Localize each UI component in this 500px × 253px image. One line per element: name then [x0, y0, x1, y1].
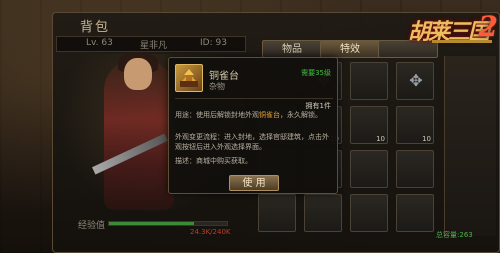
side-panel: [444, 56, 496, 236]
logo-number: 2: [478, 10, 498, 43]
description-text: 描述：商城中购买获取。: [175, 157, 252, 165]
inventory-slot[interactable]: 10: [396, 106, 434, 144]
item-tooltip: 铜雀台 杂物 需要35级 拥有1件 用途：使用后解锁封地外观铜雀台，永久解锁。 …: [168, 57, 338, 194]
exp-label: 经验值: [78, 221, 106, 231]
bronze-tower-icon: [175, 64, 203, 92]
player-name: 星非凡: [140, 41, 168, 51]
item-type: 杂物: [209, 82, 225, 91]
inventory-slot[interactable]: [258, 194, 296, 232]
inventory-slot[interactable]: ✥: [396, 62, 434, 100]
inventory-slot[interactable]: [350, 62, 388, 100]
level-requirement: 需要35级: [301, 69, 331, 77]
player-level: Lv. 63: [86, 38, 113, 48]
exp-bar-fill: [109, 222, 194, 225]
item-name: 铜雀台: [209, 71, 239, 82]
inventory-slot[interactable]: [350, 150, 388, 188]
panel-title: 背包: [80, 20, 111, 35]
logo-underline: [432, 40, 492, 43]
usage-text: 用途：使用后解锁封地外观铜雀台，永久解锁。: [175, 111, 322, 119]
tab-items[interactable]: 物品: [262, 40, 322, 58]
inventory-slot[interactable]: 10: [350, 106, 388, 144]
divider: [175, 98, 333, 99]
game-screen: 背包 Lv. 63 星非凡 ID: 93 经验值 24.3K/240K 物品 特…: [0, 0, 500, 253]
change-flow-text: 外观变更流程：进入封地，选择官邸建筑，点击外观按钮后进入外观选择界面。: [175, 133, 329, 151]
exp-bar: [108, 221, 228, 226]
slot-count: 10: [422, 135, 431, 143]
inventory-slot[interactable]: [304, 194, 342, 232]
inventory-slot[interactable]: [350, 194, 388, 232]
capacity-value: 263: [459, 231, 473, 239]
inventory-slot[interactable]: [396, 194, 434, 232]
capacity-text: 总容量:263: [436, 231, 473, 239]
player-id: ID: 93: [200, 38, 227, 48]
game-logo: 胡莱三国 2: [408, 4, 500, 45]
tab-effects[interactable]: 特效: [320, 40, 380, 58]
use-button[interactable]: 使 用: [229, 175, 279, 191]
usage-highlight: 铜雀台: [259, 111, 280, 119]
character-head: [124, 58, 152, 90]
inventory-slot[interactable]: [396, 150, 434, 188]
slot-count: 10: [376, 135, 385, 143]
exp-value: 24.3K/240K: [190, 228, 231, 236]
crossbow-icon: ✥: [409, 71, 423, 90]
